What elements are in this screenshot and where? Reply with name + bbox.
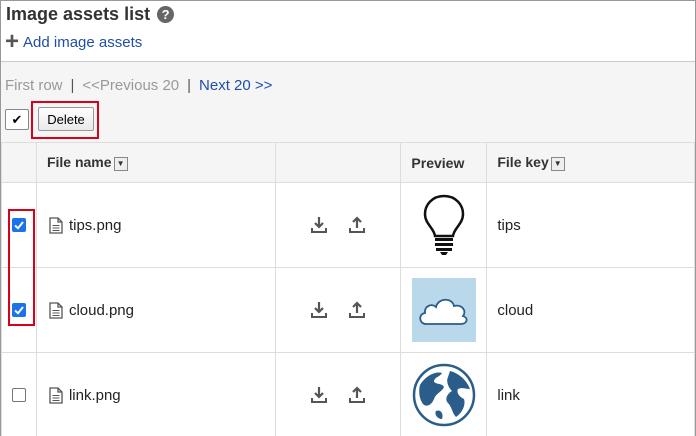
toolbar-area xyxy=(1,62,695,142)
file-name-link[interactable]: link.png xyxy=(69,387,121,404)
cloud-icon xyxy=(411,278,476,342)
header-file-name: File name ▼ xyxy=(35,142,276,183)
preview-cell xyxy=(400,352,488,436)
file-key-cell: link xyxy=(486,352,695,436)
file-name-cell: link.png xyxy=(35,352,276,436)
header-select xyxy=(1,142,37,183)
lightbulb-icon xyxy=(423,194,465,255)
pager-first-row: First row xyxy=(5,77,63,94)
pager-next-link[interactable]: Next 20 >> xyxy=(199,77,272,94)
file-icon xyxy=(49,386,63,404)
select-all-button[interactable]: ✔ xyxy=(5,109,29,130)
file-key-cell: tips xyxy=(486,182,695,268)
pager-previous: <<Previous 20 xyxy=(82,77,180,94)
header-file-key: File key ▼ xyxy=(486,142,695,183)
table-header-row: File name ▼ Preview File key ▼ xyxy=(1,142,695,183)
add-image-assets-label[interactable]: Add image assets xyxy=(23,34,142,51)
actions-cell xyxy=(274,267,402,353)
checkbox-highlight-box xyxy=(8,209,35,326)
upload-icon[interactable] xyxy=(348,216,366,234)
header-actions xyxy=(274,142,402,183)
row-checkbox[interactable] xyxy=(11,388,26,402)
download-icon[interactable] xyxy=(310,216,328,234)
header-file-key-label: File key xyxy=(497,154,549,171)
image-assets-table: File name▼ Preview File key▼ tips.png xyxy=(1,142,695,436)
preview-cell xyxy=(400,182,488,268)
file-name-cell: cloud.png xyxy=(35,267,276,353)
file-name-cell: tips.png xyxy=(35,182,276,268)
help-icon[interactable]: ? xyxy=(157,5,175,23)
sort-file-key-dropdown-icon[interactable]: ▼ xyxy=(550,156,565,171)
plus-icon: + xyxy=(5,28,20,55)
delete-button[interactable]: Delete xyxy=(38,107,94,131)
upload-icon[interactable] xyxy=(348,386,366,404)
file-key-cell: cloud xyxy=(486,267,695,353)
sort-file-name-dropdown-icon[interactable]: ▼ xyxy=(113,156,128,171)
download-icon[interactable] xyxy=(310,301,328,319)
file-name-link[interactable]: cloud.png xyxy=(69,302,134,319)
file-icon xyxy=(49,301,63,319)
download-icon[interactable] xyxy=(310,386,328,404)
pagination: First row | <<Previous 20 | Next 20 >> xyxy=(5,77,272,94)
globe-icon xyxy=(412,363,476,427)
table-row: cloud.png cloud xyxy=(1,267,695,353)
table-row: link.png link xyxy=(1,352,695,436)
pager-separator: | xyxy=(70,77,75,94)
header-preview: Preview xyxy=(400,142,488,183)
upload-icon[interactable] xyxy=(348,301,366,319)
preview-cell xyxy=(400,267,488,353)
table-row: tips.png tips xyxy=(1,182,695,268)
actions-cell xyxy=(274,182,402,268)
header: Image assets list ? xyxy=(6,2,175,26)
file-icon xyxy=(49,216,63,234)
add-image-assets-link[interactable]: + Add image assets xyxy=(5,28,142,55)
header-file-name-label: File name xyxy=(46,154,112,171)
actions-cell xyxy=(274,352,402,436)
pager-separator: | xyxy=(187,77,192,94)
page-title: Image assets list xyxy=(6,3,151,24)
file-name-link[interactable]: tips.png xyxy=(69,217,122,234)
row-select-cell xyxy=(1,352,37,436)
